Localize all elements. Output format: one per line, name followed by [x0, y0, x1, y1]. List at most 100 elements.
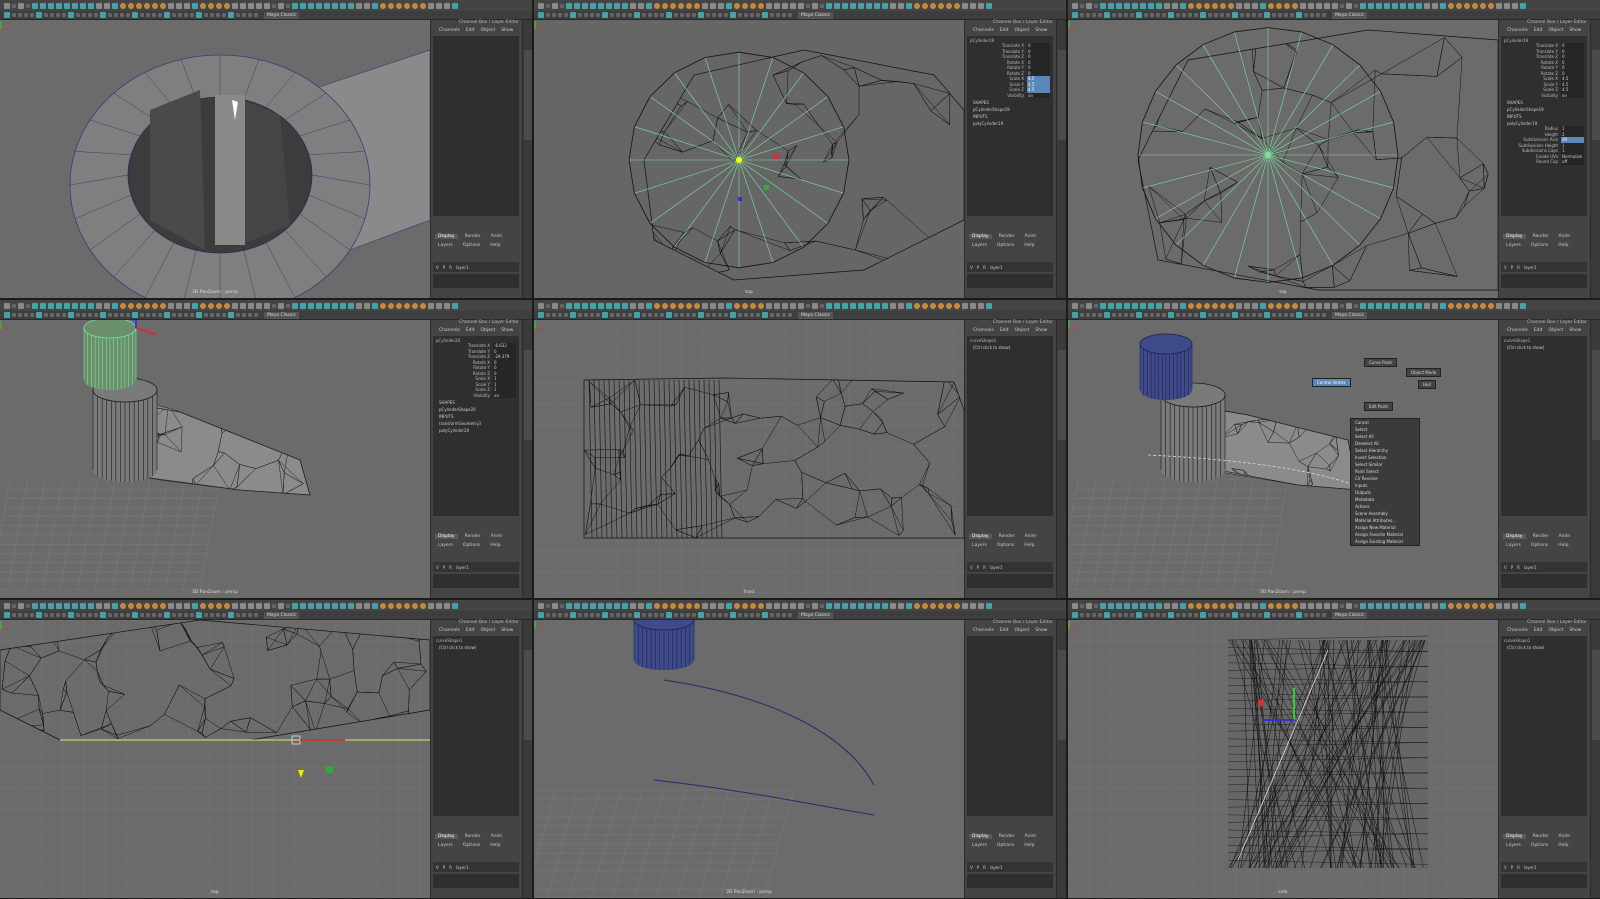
- shelf-tool-icon[interactable]: [1116, 302, 1122, 309]
- tool-icon[interactable]: [1300, 602, 1306, 609]
- tool-icon[interactable]: [184, 2, 190, 9]
- shelf-tool-icon[interactable]: [630, 602, 636, 609]
- shelf-tool-icon[interactable]: [1164, 602, 1170, 609]
- tool-icon[interactable]: [1124, 602, 1130, 609]
- tool-icon[interactable]: [348, 2, 354, 9]
- view-option-icon[interactable]: [1316, 613, 1320, 617]
- view-option-icon[interactable]: [788, 13, 792, 17]
- view-option-icon[interactable]: [120, 613, 124, 617]
- view-option-icon[interactable]: [1310, 13, 1314, 17]
- view-option-icon[interactable]: [1214, 613, 1218, 617]
- view-option-icon[interactable]: [100, 12, 106, 18]
- tool-icon[interactable]: [278, 302, 284, 309]
- shelf-tool-icon[interactable]: [890, 302, 896, 309]
- tool-icon[interactable]: [710, 602, 716, 609]
- tool-icon[interactable]: [1480, 602, 1486, 609]
- tool-icon[interactable]: [80, 2, 86, 9]
- shelf-tool-icon[interactable]: [962, 2, 968, 9]
- tool-icon[interactable]: [128, 602, 134, 609]
- tool-icon[interactable]: [316, 2, 322, 9]
- view-option-icon[interactable]: [558, 313, 562, 317]
- view-option-icon[interactable]: [1252, 613, 1256, 617]
- context-menu-item[interactable]: Select: [1351, 426, 1419, 433]
- view-option-icon[interactable]: [222, 313, 226, 317]
- shelf-tool-icon[interactable]: [96, 2, 102, 9]
- tool-icon[interactable]: [248, 2, 254, 9]
- view-option-icon[interactable]: [674, 13, 678, 17]
- layer-row-field[interactable]: P: [443, 565, 445, 570]
- tool-icon[interactable]: [790, 302, 796, 309]
- channel-menu-object[interactable]: Object: [1015, 328, 1030, 333]
- tool-icon[interactable]: [694, 602, 700, 609]
- tool-icon[interactable]: [364, 602, 370, 609]
- tool-icon[interactable]: [208, 2, 214, 9]
- layer-menu-layers[interactable]: Layers: [1503, 543, 1524, 548]
- tool-icon[interactable]: [566, 2, 572, 9]
- view-option-icon[interactable]: [152, 613, 156, 617]
- view-option-icon[interactable]: [1098, 13, 1102, 17]
- view-option-icon[interactable]: [1296, 312, 1302, 318]
- shelf-tool-icon[interactable]: [4, 302, 10, 309]
- shelf-tool-icon[interactable]: [96, 302, 102, 309]
- tool-icon[interactable]: [638, 302, 644, 309]
- layer-row-field[interactable]: layer1: [1524, 865, 1537, 870]
- layer-row-field[interactable]: P: [443, 865, 445, 870]
- view-option-icon[interactable]: [18, 13, 22, 17]
- tool-icon[interactable]: [1300, 2, 1306, 9]
- tool-icon[interactable]: [200, 602, 206, 609]
- shelf-tool-icon[interactable]: [726, 2, 732, 9]
- shelf-tool-icon[interactable]: [404, 602, 410, 609]
- view-option-icon[interactable]: [88, 613, 92, 617]
- tool-icon[interactable]: [1324, 2, 1330, 9]
- layer-tab-display[interactable]: Display: [1503, 534, 1526, 539]
- shelf-tool-icon[interactable]: [538, 2, 544, 9]
- view-option-icon[interactable]: [120, 313, 124, 317]
- tool-icon[interactable]: [18, 302, 24, 309]
- view-option-icon[interactable]: [570, 12, 576, 18]
- shelf-tool-icon[interactable]: [1332, 302, 1338, 309]
- shelf-tool-icon[interactable]: [286, 3, 290, 8]
- view-option-icon[interactable]: [100, 312, 106, 318]
- tool-icon[interactable]: [1340, 3, 1344, 8]
- layer-row-field[interactable]: V: [436, 565, 439, 570]
- layer-menu-help[interactable]: Help: [487, 243, 503, 248]
- workspace-selector[interactable]: Maya Classic: [798, 11, 834, 19]
- layer-row-field[interactable]: R: [449, 265, 452, 270]
- tool-icon[interactable]: [1464, 2, 1470, 9]
- tool-icon[interactable]: [1108, 2, 1114, 9]
- section-entry[interactable]: SHAPES: [1504, 98, 1584, 105]
- tool-icon[interactable]: [300, 302, 306, 309]
- view-option-icon[interactable]: [18, 613, 22, 617]
- view-option-icon[interactable]: [552, 313, 556, 317]
- shelf-tool-icon[interactable]: [48, 602, 54, 609]
- view-option-icon[interactable]: [126, 313, 130, 317]
- tool-icon[interactable]: [898, 602, 904, 609]
- view-option-icon[interactable]: [660, 613, 664, 617]
- view-option-icon[interactable]: [12, 613, 16, 617]
- tool-icon[interactable]: [812, 2, 818, 9]
- tool-icon[interactable]: [782, 2, 788, 9]
- tool-icon[interactable]: [436, 2, 442, 9]
- tool-icon[interactable]: [1340, 603, 1344, 608]
- view-option-icon[interactable]: [1290, 13, 1294, 17]
- tool-icon[interactable]: [40, 302, 46, 309]
- attribute-value[interactable]: off: [1561, 159, 1584, 165]
- tool-icon[interactable]: [1156, 2, 1162, 9]
- layer-menu-options[interactable]: Options: [994, 543, 1017, 548]
- tool-icon[interactable]: [1080, 3, 1084, 8]
- shelf-tool-icon[interactable]: [678, 302, 684, 309]
- view-option-icon[interactable]: [1200, 12, 1206, 18]
- view-option-icon[interactable]: [152, 13, 156, 17]
- tool-icon[interactable]: [882, 2, 888, 9]
- shelf-tool-icon[interactable]: [866, 302, 872, 309]
- view-option-icon[interactable]: [730, 612, 736, 618]
- tool-icon[interactable]: [758, 602, 764, 609]
- channel-menu-edit[interactable]: Edit: [1534, 28, 1543, 33]
- layer-row[interactable]: V P Rlayer1: [433, 262, 519, 272]
- tool-icon[interactable]: [412, 2, 418, 9]
- tool-icon[interactable]: [1488, 2, 1494, 9]
- attribute-editor-tab[interactable]: [1592, 50, 1600, 140]
- shelf-tool-icon[interactable]: [144, 602, 150, 609]
- channel-menu-channels[interactable]: Channels: [1507, 28, 1528, 33]
- view-option-icon[interactable]: [1240, 13, 1244, 17]
